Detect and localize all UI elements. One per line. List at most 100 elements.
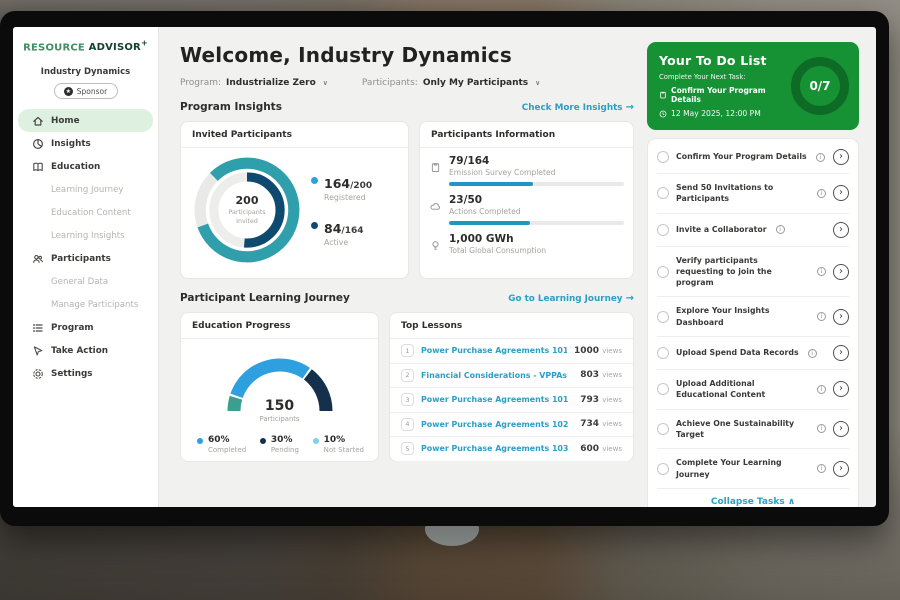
- invited-center-label: Participants Invited: [221, 209, 273, 226]
- todo-summary-card: Your To Do List Complete Your Next Task:…: [647, 42, 859, 130]
- check-more-insights-link[interactable]: Check More Insights →: [522, 102, 634, 113]
- nav-label: General Data: [51, 277, 108, 287]
- todo-progress-ring: 0/7: [791, 57, 849, 115]
- participants-information-title: Participants Information: [420, 122, 633, 148]
- lesson-views-count: 1000: [574, 346, 599, 356]
- sponsor-badge[interactable]: ★ Sponsor: [54, 83, 118, 99]
- legend-denom: /164: [341, 226, 363, 236]
- task-chevron-button[interactable]: ›: [833, 345, 849, 361]
- task-row[interactable]: Upload Additional Educational Content i …: [657, 370, 849, 410]
- program-insights-header: Program Insights Check More Insights →: [180, 101, 634, 113]
- todo-title: Your To Do List: [659, 53, 785, 68]
- task-checkbox[interactable]: [657, 187, 669, 199]
- chevron-down-icon: ∨: [323, 79, 328, 87]
- info-icon[interactable]: i: [817, 267, 826, 276]
- nav-icon: [32, 345, 44, 357]
- info-icon[interactable]: i: [817, 312, 826, 321]
- task-row[interactable]: Upload Spend Data Records i ›: [657, 337, 849, 370]
- go-to-learning-journey-link[interactable]: Go to Learning Journey →: [508, 293, 634, 304]
- sidebar-item[interactable]: Learning Insights: [18, 224, 153, 247]
- legend-percent: 30%: [271, 435, 299, 445]
- task-chevron-button[interactable]: ›: [833, 309, 849, 325]
- task-chevron-button[interactable]: ›: [833, 185, 849, 201]
- lesson-link[interactable]: Power Purchase Agreements 103: [421, 444, 568, 453]
- sidebar-item[interactable]: Insights: [18, 132, 153, 155]
- brand-resource: RESOURCE: [23, 42, 85, 53]
- task-checkbox[interactable]: [657, 266, 669, 278]
- sidebar-item[interactable]: Learning Journey: [18, 178, 153, 201]
- task-row[interactable]: Send 50 Invitations to Participants i ›: [657, 174, 849, 214]
- info-icon[interactable]: i: [817, 385, 826, 394]
- task-checkbox[interactable]: [657, 311, 669, 323]
- program-filter[interactable]: Program: Industrialize Zero ∨: [180, 78, 328, 88]
- nav-label: Home: [51, 116, 80, 126]
- legend-item: 164/200 Registered: [311, 173, 372, 202]
- task-row[interactable]: Complete Your Learning Journey i ›: [657, 449, 849, 489]
- info-icon[interactable]: i: [808, 349, 817, 358]
- task-checkbox[interactable]: [657, 347, 669, 359]
- task-chevron-button[interactable]: ›: [833, 461, 849, 477]
- info-icon[interactable]: i: [776, 225, 785, 234]
- sidebar-item[interactable]: Home: [18, 109, 153, 132]
- collapse-tasks-link[interactable]: Collapse Tasks ∧: [657, 489, 849, 507]
- lesson-row: 2 Financial Considerations - VPPAs 803 v…: [390, 364, 633, 389]
- brand-logo: RESOURCE ADVISOR+: [13, 39, 158, 53]
- sidebar-item[interactable]: Education: [18, 155, 153, 178]
- dashboard-screen: RESOURCE ADVISOR+ Industry Dynamics ★ Sp…: [13, 27, 876, 507]
- legend-item: 10% Not Started: [313, 435, 364, 454]
- participants-information-card: Participants Information 79/164 Emission…: [419, 121, 634, 279]
- task-checkbox[interactable]: [657, 463, 669, 475]
- sidebar-item[interactable]: Participants: [18, 247, 153, 270]
- nav-label: Insights: [51, 139, 91, 149]
- info-icon[interactable]: i: [817, 189, 826, 198]
- lesson-link[interactable]: Power Purchase Agreements 101: [421, 395, 568, 404]
- task-label: Confirm Your Program Details: [676, 151, 807, 162]
- todo-due-date: 12 May 2025, 12:00 PM: [659, 109, 785, 118]
- task-row[interactable]: Verify participants requesting to join t…: [657, 247, 849, 298]
- chevron-up-icon: ∧: [788, 497, 795, 507]
- sidebar-item[interactable]: General Data: [18, 270, 153, 293]
- arrow-right-icon: →: [626, 293, 634, 304]
- brand-advisor: ADVISOR+: [89, 42, 148, 53]
- sidebar-item[interactable]: Education Content: [18, 201, 153, 224]
- sidebar-item[interactable]: Manage Participants: [18, 293, 153, 316]
- task-checkbox[interactable]: [657, 151, 669, 163]
- sidebar-item[interactable]: Program: [18, 316, 153, 339]
- task-row[interactable]: Achieve One Sustainability Target i ›: [657, 410, 849, 450]
- task-chevron-button[interactable]: ›: [833, 264, 849, 280]
- lesson-rank-badge: 4: [401, 418, 414, 431]
- info-icon[interactable]: i: [817, 464, 826, 473]
- gauge-center-label: Participants: [218, 415, 342, 423]
- task-row[interactable]: Explore Your Insights Dashboard i ›: [657, 297, 849, 337]
- lesson-link[interactable]: Financial Considerations - VPPAs: [421, 371, 567, 380]
- legend-label: Active: [324, 238, 363, 247]
- sidebar-item[interactable]: Settings: [18, 362, 153, 385]
- stat-value: 1,000 GWh: [449, 233, 546, 245]
- lesson-row: 1 Power Purchase Agreements 101 1000 vie…: [390, 339, 633, 364]
- lesson-link[interactable]: Power Purchase Agreements 102: [421, 420, 568, 429]
- nav-label: Education Content: [51, 208, 131, 218]
- nav-label: Learning Journey: [51, 185, 123, 195]
- task-checkbox[interactable]: [657, 224, 669, 236]
- task-label: Complete Your Learning Journey: [676, 457, 808, 480]
- task-checkbox[interactable]: [657, 423, 669, 435]
- lesson-link[interactable]: Power Purchase Agreements 101: [421, 346, 567, 355]
- todo-next-task: Confirm Your Program Details: [659, 86, 785, 104]
- lesson-views: 734 views: [580, 419, 622, 429]
- task-checkbox[interactable]: [657, 383, 669, 395]
- task-chevron-button[interactable]: ›: [833, 421, 849, 437]
- sidebar-item[interactable]: Take Action: [18, 339, 153, 362]
- participants-filter[interactable]: Participants: Only My Participants ∨: [362, 78, 540, 88]
- clipboard-icon: [659, 91, 667, 99]
- task-chevron-button[interactable]: ›: [833, 222, 849, 238]
- task-label: Verify participants requesting to join t…: [676, 255, 808, 289]
- stat-value: 23/50: [449, 194, 624, 206]
- task-row[interactable]: Invite a Collaborator i ›: [657, 214, 849, 247]
- task-chevron-button[interactable]: ›: [833, 381, 849, 397]
- info-icon[interactable]: i: [817, 424, 826, 433]
- task-chevron-button[interactable]: ›: [833, 149, 849, 165]
- education-progress-legend: 60% Completed 30% Pending: [181, 419, 378, 454]
- info-icon[interactable]: i: [816, 153, 825, 162]
- task-row[interactable]: Confirm Your Program Details i ›: [657, 141, 849, 174]
- nav-icon: [32, 322, 44, 334]
